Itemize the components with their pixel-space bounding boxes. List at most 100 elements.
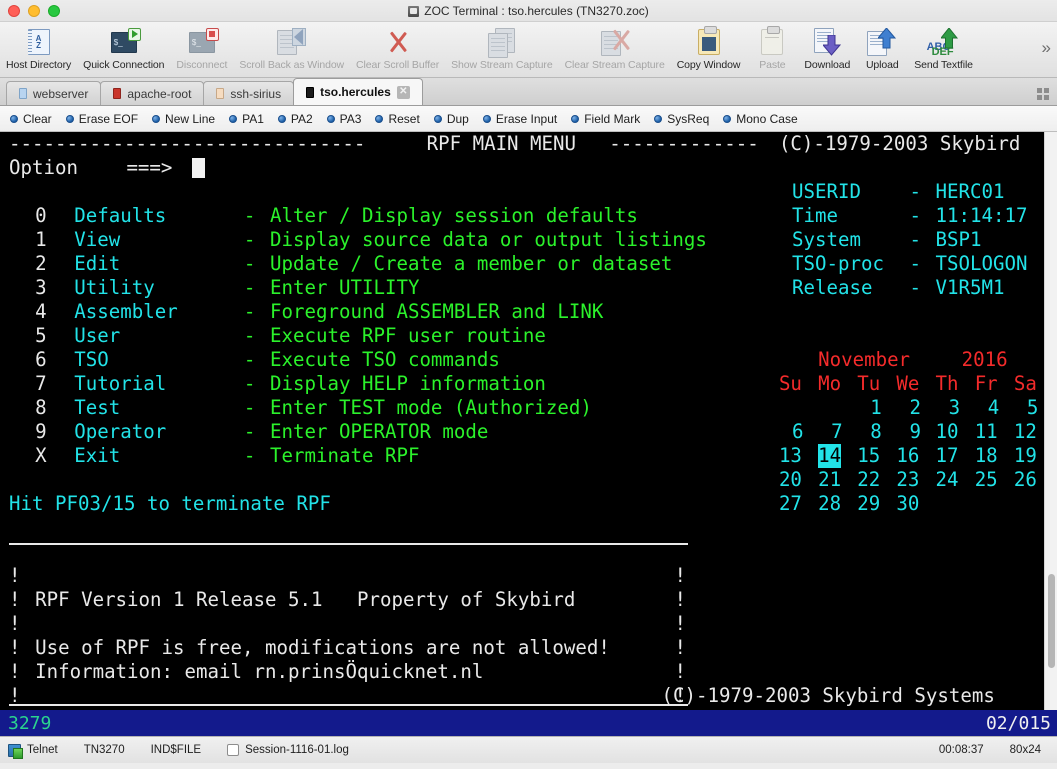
menu-option-desc: Enter OPERATOR mode (270, 420, 488, 444)
tab-ssh-sirius[interactable]: ssh-sirius (203, 81, 294, 105)
option-prompt-label: Option (9, 156, 78, 180)
menu-option-dash: - (244, 252, 256, 276)
cursor-position: 02/015 (986, 713, 1051, 734)
calendar-day: 12 (1014, 420, 1037, 444)
menu-option-name: Test (74, 396, 120, 420)
calendar-day: 13 (779, 444, 802, 468)
pfkey-field-mark[interactable]: Field Mark (571, 112, 640, 126)
window-title-text: ZOC Terminal : tso.hercules (TN3270.zoc) (424, 4, 649, 18)
pfkey-clear[interactable]: Clear (10, 112, 52, 126)
toolbar-paste[interactable]: Paste (746, 24, 798, 71)
bullet-icon (434, 115, 442, 123)
close-icon[interactable]: ✕ (397, 86, 410, 99)
menu-option-dash: - (244, 396, 256, 420)
toolbar-clear-stream-capture[interactable]: Clear Stream Capture (559, 24, 671, 71)
menu-option-code: 7 (35, 372, 47, 396)
terminal-scrollbar[interactable] (1044, 132, 1057, 710)
toolbar-overflow-button[interactable]: » (1042, 38, 1051, 58)
banner-box-border (9, 543, 688, 545)
toolbar-disconnect[interactable]: $_ Disconnect (170, 24, 233, 71)
calendar-weekday: Fr (975, 372, 998, 396)
pfkey-pa3[interactable]: PA3 (327, 112, 362, 126)
calendar-day: 21 (818, 468, 841, 492)
session-info-value: 11:14:17 (936, 204, 1028, 228)
banner-box-line: Information: email rn.prinsÖquicknet.nl (35, 660, 483, 684)
calendar-day: 27 (779, 492, 802, 516)
calendar-day: 8 (870, 420, 882, 444)
menu-option-desc: Enter TEST mode (Authorized) (270, 396, 592, 420)
footer-copyright: (C)-1979-2003 Skybird Systems (662, 684, 995, 708)
pfkey-dup[interactable]: Dup (434, 112, 469, 126)
maximize-window-button[interactable] (48, 5, 60, 17)
calendar-weekday: Su (779, 372, 802, 396)
toolbar-send-textfile[interactable]: ABC DEF Send Textfile (908, 24, 979, 71)
calendar-day: 10 (936, 420, 959, 444)
pfkey-erase-eof[interactable]: Erase EOF (66, 112, 138, 126)
banner-box-border (9, 704, 688, 706)
toolbar-label: Clear Stream Capture (565, 59, 665, 71)
toolbar-label: Scroll Back as Window (239, 59, 344, 71)
menu-option-code: 3 (35, 276, 47, 300)
terminal-icon (408, 6, 419, 17)
toolbar-clear-scroll-buffer[interactable]: Clear Scroll Buffer (350, 24, 445, 71)
toolbar-host-directory[interactable]: AZ Host Directory (0, 24, 77, 71)
pfkey-new-line[interactable]: New Line (152, 112, 215, 126)
status-transfer-protocol[interactable]: IND$FILE (151, 744, 202, 756)
scrollbar-thumb[interactable] (1048, 574, 1055, 668)
menu-option-name: Defaults (74, 204, 166, 228)
input-cursor[interactable] (192, 158, 205, 178)
session-icon (306, 87, 314, 98)
toolbar-label: Quick Connection (83, 59, 164, 71)
menu-option-code: 5 (35, 324, 47, 348)
menu-option-code: 8 (35, 396, 47, 420)
pfkey-label: PA3 (340, 112, 362, 126)
toolbar-label: Clear Scroll Buffer (356, 59, 439, 71)
pfkey-reset[interactable]: Reset (375, 112, 419, 126)
down-arrow-glyph (823, 35, 843, 57)
logging-checkbox[interactable] (227, 744, 239, 756)
bullet-icon (375, 115, 383, 123)
menu-option-dash: - (244, 300, 256, 324)
pfkey-label: Dup (447, 112, 469, 126)
pfkey-mono-case[interactable]: Mono Case (723, 112, 797, 126)
pfkey-pa1[interactable]: PA1 (229, 112, 264, 126)
toolbar-scroll-back-as-window[interactable]: Scroll Back as Window (233, 24, 350, 71)
emulation-label: TN3270 (84, 744, 125, 756)
menu-option-name: User (74, 324, 120, 348)
menu-option-code: 9 (35, 420, 47, 444)
terminal-screen[interactable]: -------------------------------RPF MAIN … (0, 132, 1044, 710)
stream-capture-icon (482, 26, 522, 58)
pfkey-erase-input[interactable]: Erase Input (483, 112, 557, 126)
toolbar-label: Send Textfile (914, 59, 973, 71)
pfkey-pa2[interactable]: PA2 (278, 112, 313, 126)
banner-box-edge: ! (675, 660, 687, 684)
tab-label: apache-root (127, 87, 191, 101)
status-protocol[interactable]: Telnet (8, 744, 58, 757)
tab-tso-hercules[interactable]: tso.hercules ✕ (293, 78, 423, 105)
session-info-dash: - (909, 180, 921, 204)
status-emulation[interactable]: TN3270 (84, 744, 125, 756)
toolbar-quick-connection[interactable]: $_ Quick Connection (77, 24, 170, 71)
calendar-day: 4 (988, 396, 1000, 420)
session-info-value: BSP1 (936, 228, 982, 252)
status-logfile[interactable]: Session-1116-01.log (227, 744, 349, 756)
banner-box-edge: ! (675, 588, 687, 612)
minimize-window-button[interactable] (28, 5, 40, 17)
calendar-day: 18 (975, 444, 998, 468)
toolbar-upload[interactable]: Upload (856, 24, 908, 71)
header-copyright: (C)-1979-2003 Skybird (779, 132, 1020, 156)
window-controls[interactable] (0, 5, 60, 17)
toolbar-download[interactable]: Download (798, 24, 856, 71)
main-toolbar: AZ Host Directory $_ Quick Connection $_… (0, 22, 1057, 78)
tab-overview-grid-icon[interactable] (1037, 88, 1049, 100)
banner-box-edge: ! (9, 636, 21, 660)
tab-apache-root[interactable]: apache-root (100, 81, 204, 105)
toolbar-copy-window[interactable]: Copy Window (671, 24, 747, 71)
close-window-button[interactable] (8, 5, 20, 17)
tab-webserver[interactable]: webserver (6, 81, 101, 105)
calendar-weekday: Tu (857, 372, 880, 396)
pfkey-label: Erase EOF (79, 112, 138, 126)
session-icon (19, 88, 27, 99)
pfkey-sysreq[interactable]: SysReq (654, 112, 709, 126)
toolbar-show-stream-capture[interactable]: Show Stream Capture (445, 24, 558, 71)
